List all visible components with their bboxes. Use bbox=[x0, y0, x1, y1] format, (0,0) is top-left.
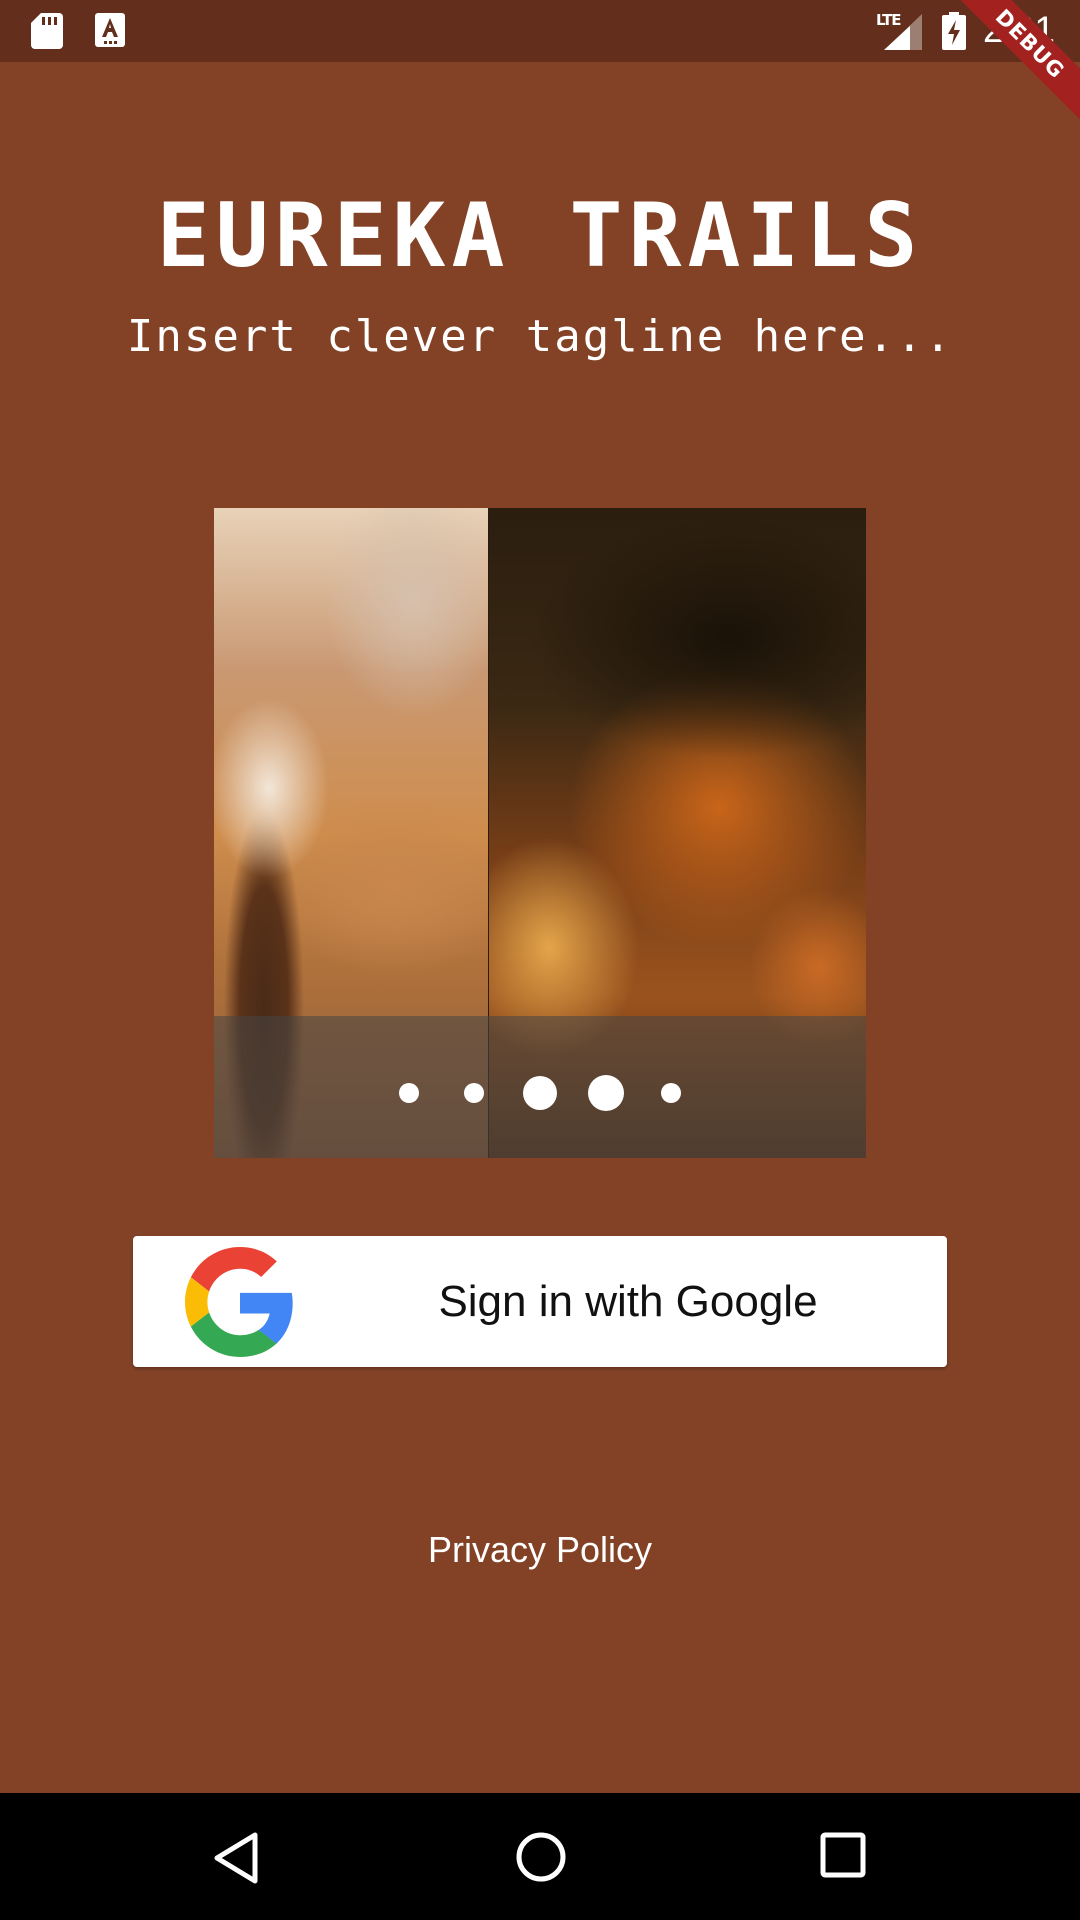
carousel-dot[interactable] bbox=[464, 1083, 484, 1103]
image-carousel[interactable] bbox=[214, 508, 866, 1158]
status-bar: LTE 2:01 bbox=[0, 0, 1080, 62]
google-sign-in-button[interactable]: Sign in with Google bbox=[133, 1236, 947, 1367]
privacy-policy-link[interactable]: Privacy Policy bbox=[0, 1526, 1080, 1574]
google-g-icon bbox=[185, 1247, 293, 1357]
carousel-dot[interactable] bbox=[399, 1083, 419, 1103]
home-button[interactable] bbox=[480, 1793, 600, 1920]
signal-icon bbox=[884, 14, 922, 50]
app-title: EUREKA TRAILS bbox=[156, 184, 924, 287]
carousel-dot[interactable] bbox=[661, 1083, 681, 1103]
battery-charging-icon bbox=[942, 12, 966, 50]
back-button[interactable] bbox=[176, 1793, 296, 1920]
carousel-dot-active[interactable] bbox=[588, 1075, 624, 1111]
text-a-icon bbox=[95, 13, 125, 47]
home-icon bbox=[516, 1832, 566, 1882]
app-tagline: Insert clever tagline here... bbox=[126, 311, 954, 362]
sign-in-screen: LTE 2:01 DEBUG EUREKA TRAILS Insert clev… bbox=[0, 0, 1080, 1920]
carousel-page-indicator bbox=[214, 1016, 866, 1158]
google-sign-in-label: Sign in with Google bbox=[438, 1277, 818, 1326]
carousel-dot[interactable] bbox=[523, 1076, 557, 1110]
recents-button[interactable] bbox=[784, 1793, 904, 1920]
system-navigation-bar bbox=[0, 1793, 1080, 1920]
back-icon bbox=[214, 1832, 258, 1884]
recents-icon bbox=[820, 1832, 866, 1878]
sd-card-icon bbox=[31, 13, 63, 49]
